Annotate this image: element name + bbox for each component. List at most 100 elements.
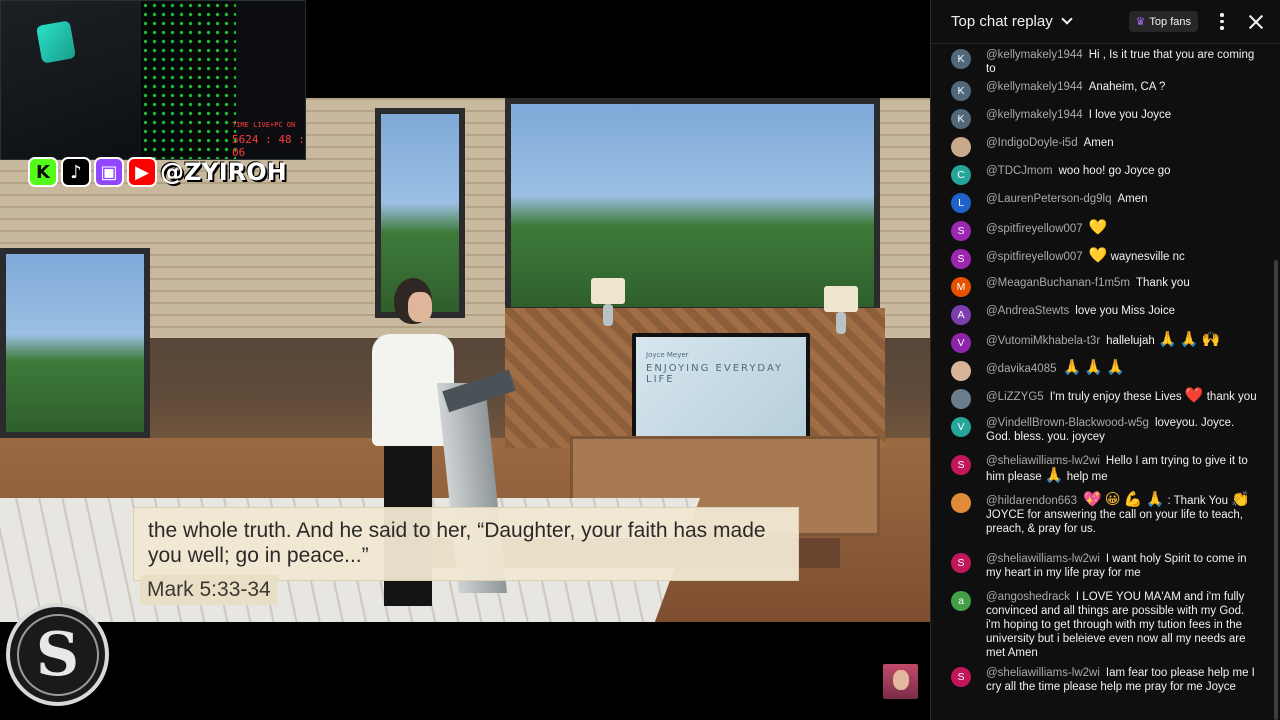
scripture-reference: Mark 5:33-34 xyxy=(140,575,278,605)
chat-author[interactable]: @LaurenPeterson-dg9lq xyxy=(986,193,1111,205)
chat-message[interactable]: a @angoshedrack I LOVE YOU MA'AM and i'm f… xyxy=(931,588,1272,664)
avatar[interactable]: L xyxy=(951,193,971,213)
avatar[interactable]: a xyxy=(951,591,971,611)
chat-message[interactable]: @davika4085 🙏 🙏 🙏 xyxy=(931,358,1272,386)
avatar[interactable] xyxy=(951,493,971,513)
chat-message[interactable]: @hildarendon663 💖 😀 💪 🙏 : Thank You 👏 JOY… xyxy=(931,490,1272,550)
chat-message[interactable]: A @AndreaStewts love you Miss Joice xyxy=(931,302,1272,330)
chat-author[interactable]: @VutomiMkhabela-t3r xyxy=(986,335,1100,347)
chat-author[interactable]: @davika4085 xyxy=(986,363,1057,375)
chat-message[interactable]: V @VutomiMkhabela-t3r hallelujah 🙏 🙏 🙌 xyxy=(931,330,1272,358)
chat-message-body: @hildarendon663 💖 😀 💪 🙏 : Thank You 👏 JOY… xyxy=(986,492,1260,548)
cam-timer-label: TIME LIVE+PC ON xyxy=(232,121,296,129)
chat-text: 💛 waynesville nc xyxy=(1088,246,1185,264)
chat-author[interactable]: @sheliawilliams-lw2wi xyxy=(986,553,1100,565)
avatar[interactable]: K xyxy=(951,81,971,101)
avatar[interactable]: V xyxy=(951,417,971,437)
chat-message[interactable]: @IndigoDoyle-i5d Amen xyxy=(931,134,1272,162)
chat-message[interactable]: S @sheliawilliams-lw2wi Iam fear too pleas… xyxy=(931,664,1272,702)
chat-message[interactable]: S @sheliawilliams-lw2wi Hello I am trying … xyxy=(931,452,1272,490)
avatar[interactable]: K xyxy=(951,49,971,69)
chat-message[interactable]: V @VindellBrown-Blackwood-w5g loveyou. Joy… xyxy=(931,414,1272,452)
emoji-icon: 🙏 xyxy=(1179,330,1199,348)
emoji-icon: 💪 xyxy=(1123,490,1143,508)
more-options-icon[interactable] xyxy=(1210,10,1234,34)
chat-text: 💛 xyxy=(1088,218,1108,236)
brand-letter: S xyxy=(16,613,99,696)
chat-author[interactable]: @spitfireyellow007 xyxy=(986,223,1083,235)
chat-message[interactable]: S @sheliawilliams-lw2wi I want holy Spirit… xyxy=(931,550,1272,588)
cam-timer: 5624 : 48 : 06 xyxy=(232,133,305,159)
lamp-right xyxy=(824,286,858,312)
chat-message-body: @angoshedrack I LOVE YOU MA'AM and i'm fu… xyxy=(986,590,1260,662)
avatar[interactable]: M xyxy=(951,277,971,297)
chat-text: woo hoo! go Joyce go xyxy=(1058,165,1171,177)
emoji-icon: 🙏 xyxy=(1145,490,1165,508)
chat-author[interactable]: @kellymakely1944 xyxy=(986,109,1083,121)
chat-author[interactable]: @sheliawilliams-lw2wi xyxy=(986,455,1100,467)
chat-author[interactable]: @kellymakely1944 xyxy=(986,49,1083,61)
chat-author[interactable]: @IndigoDoyle-i5d xyxy=(986,137,1078,149)
chat-message[interactable]: S @spitfireyellow007 💛 waynesville nc xyxy=(931,246,1272,274)
avatar[interactable] xyxy=(951,361,971,381)
avatar[interactable] xyxy=(951,389,971,409)
chat-message[interactable]: M @MeaganBuchanan-f1m5m Thank you xyxy=(931,274,1272,302)
chat-text: hallelujah 🙏 🙏 🙌 xyxy=(1106,330,1221,348)
chat-message-body: @kellymakely1944 Anaheim, CA ? xyxy=(986,80,1260,104)
emoji-icon: 🙏 xyxy=(1044,466,1064,484)
social-handle: @ZYIROH xyxy=(160,158,287,186)
chat-message[interactable]: K @kellymakely1944 I love you Joyce xyxy=(931,106,1272,134)
chat-header: Top chat replay ♛ Top fans xyxy=(931,0,1280,44)
chat-message-body: @spitfireyellow007 💛 xyxy=(986,220,1260,244)
chat-text: Amen xyxy=(1117,193,1148,205)
chat-text: Anaheim, CA ? xyxy=(1088,81,1166,93)
close-icon[interactable] xyxy=(1244,10,1268,34)
chat-messages[interactable]: K @kellymakely1944 Hi , Is it true that yo… xyxy=(931,44,1272,720)
chat-author[interactable]: @TDCJmom xyxy=(986,165,1053,177)
chat-author[interactable]: @MeaganBuchanan-f1m5m xyxy=(986,277,1130,289)
avatar[interactable]: C xyxy=(951,165,971,185)
avatar[interactable]: S xyxy=(951,667,971,687)
emoji-icon: 💛 xyxy=(1088,218,1108,236)
emoji-icon: 🙌 xyxy=(1201,330,1221,348)
channel-thumbnail[interactable] xyxy=(883,664,918,699)
chat-message-body: @TDCJmom woo hoo! go Joyce go xyxy=(986,164,1260,188)
emoji-icon: 🙏 xyxy=(1157,330,1177,348)
avatar[interactable]: S xyxy=(951,249,971,269)
avatar[interactable]: V xyxy=(951,333,971,353)
chat-message-body: @davika4085 🙏 🙏 🙏 xyxy=(986,360,1260,384)
chat-message[interactable]: C @TDCJmom woo hoo! go Joyce go xyxy=(931,162,1272,190)
chat-author[interactable]: @LiZZYG5 xyxy=(986,391,1044,403)
emoji-icon: 💖 xyxy=(1082,490,1102,508)
chat-mode-dropdown[interactable]: Top chat replay xyxy=(951,13,1073,30)
chat-message-body: @sheliawilliams-lw2wi Hello I am trying t… xyxy=(986,454,1260,488)
chat-author[interactable]: @spitfireyellow007 xyxy=(986,251,1083,263)
emoji-icon: 👏 xyxy=(1231,490,1250,508)
chat-message[interactable]: S @spitfireyellow007 💛 xyxy=(931,218,1272,246)
chat-message[interactable]: L @LaurenPeterson-dg9lq Amen xyxy=(931,190,1272,218)
avatar[interactable]: S xyxy=(951,455,971,475)
chat-message[interactable]: K @kellymakely1944 Hi , Is it true that yo… xyxy=(931,46,1272,78)
chat-author[interactable]: @angoshedrack xyxy=(986,591,1070,603)
avatar[interactable]: S xyxy=(951,221,971,241)
emoji-icon: 🙏 xyxy=(1062,358,1082,376)
avatar[interactable]: S xyxy=(951,553,971,573)
avatar[interactable]: K xyxy=(951,109,971,129)
chat-message-body: @LiZZYG5 I'm truly enjoy these Lives ❤️ t… xyxy=(986,388,1260,412)
top-fans-button[interactable]: ♛ Top fans xyxy=(1128,11,1198,32)
chat-author[interactable]: @hildarendon663 xyxy=(986,495,1077,507)
avatar[interactable]: A xyxy=(951,305,971,325)
chat-author[interactable]: @sheliawilliams-lw2wi xyxy=(986,667,1100,679)
chat-scrollbar[interactable] xyxy=(1274,260,1278,720)
chat-message[interactable]: @LiZZYG5 I'm truly enjoy these Lives ❤️ t… xyxy=(931,386,1272,414)
chat-message[interactable]: K @kellymakely1944 Anaheim, CA ? xyxy=(931,78,1272,106)
chat-author[interactable]: @kellymakely1944 xyxy=(986,81,1083,93)
chat-author[interactable]: @VindellBrown-Blackwood-w5g xyxy=(986,417,1149,429)
chat-message-body: @VindellBrown-Blackwood-w5g loveyou. Joyc… xyxy=(986,416,1260,450)
cam-pc-lights xyxy=(141,1,236,159)
chat-author[interactable]: @AndreaStewts xyxy=(986,305,1069,317)
emoji-icon: ❤️ xyxy=(1184,386,1204,404)
twitch-icon: ▣ xyxy=(94,157,124,187)
avatar[interactable] xyxy=(951,137,971,157)
crown-icon: ♛ xyxy=(1135,16,1146,28)
